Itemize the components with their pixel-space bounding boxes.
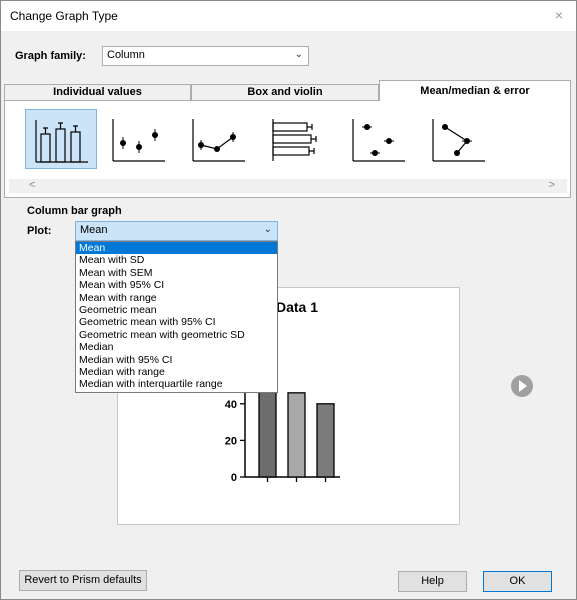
- tab-mean-median-error[interactable]: Mean/median & error: [379, 80, 571, 101]
- chart-title: Data 1: [276, 299, 318, 315]
- play-preview-icon[interactable]: [511, 375, 533, 397]
- y-tick-label: 20: [225, 435, 237, 447]
- graph-family-value: Column: [107, 49, 145, 61]
- revert-defaults-button[interactable]: Revert to Prism defaults: [19, 570, 147, 591]
- y-tick-label: 40: [225, 399, 237, 411]
- plot-option[interactable]: Mean: [76, 242, 277, 255]
- section-title: Column bar graph: [27, 205, 122, 217]
- gallery-item-connected-scatter[interactable]: [423, 109, 495, 169]
- chart-bar: [316, 403, 335, 478]
- gallery-item-dot-mean[interactable]: [103, 109, 175, 169]
- gallery-item-scatter[interactable]: [343, 109, 415, 169]
- change-graph-type-dialog: Change Graph Type × Graph family: Column…: [0, 0, 577, 600]
- chart-bar: [287, 392, 306, 478]
- scatter-plot-icon: [352, 119, 405, 162]
- tab-individual-values[interactable]: Individual values: [4, 84, 191, 101]
- plot-option[interactable]: Median with interquartile range: [76, 378, 277, 390]
- plot-label: Plot:: [27, 225, 52, 237]
- chevron-down-icon: ⌄: [294, 49, 303, 60]
- tab-box-and-violin[interactable]: Box and violin: [191, 84, 379, 101]
- graph-family-label: Graph family:: [15, 50, 86, 62]
- column-bar-icon: [35, 120, 88, 163]
- gallery-scrollbar[interactable]: < >: [9, 179, 567, 193]
- horizontal-bar-icon: [272, 119, 317, 161]
- gallery-item-horizontal-bar[interactable]: [263, 109, 335, 169]
- connected-line-icon: [192, 119, 245, 162]
- plot-option[interactable]: Mean with 95% CI: [76, 279, 277, 291]
- scroll-left-icon[interactable]: <: [29, 179, 35, 191]
- plot-option[interactable]: Median with range: [76, 366, 277, 378]
- plot-option[interactable]: Median with 95% CI: [76, 354, 277, 366]
- window-title: Change Graph Type: [10, 9, 118, 23]
- connected-scatter-icon: [432, 119, 485, 162]
- plot-option[interactable]: Mean with SEM: [76, 267, 277, 279]
- plot-dropdown-list: Mean Mean with SD Mean with SEM Mean with 9…: [75, 241, 278, 393]
- gallery-item-connected[interactable]: [183, 109, 255, 169]
- graph-type-gallery-panel: < >: [4, 100, 571, 198]
- chevron-down-icon: ⌄: [263, 224, 272, 235]
- plot-option[interactable]: Geometric mean: [76, 304, 277, 316]
- plot-select[interactable]: Mean ⌄: [75, 221, 278, 241]
- plot-option[interactable]: Geometric mean with 95% CI: [76, 316, 277, 328]
- dot-plot-icon: [112, 119, 165, 162]
- y-tick-label: 0: [231, 472, 237, 484]
- graph-family-select[interactable]: Column ⌄: [102, 46, 309, 66]
- gallery-item-column-bar[interactable]: [25, 109, 97, 169]
- graph-type-gallery: [19, 109, 559, 175]
- help-button[interactable]: Help: [398, 571, 467, 592]
- plot-option[interactable]: Mean with range: [76, 292, 277, 304]
- tab-bar: Individual values Box and violin Mean/me…: [4, 80, 571, 101]
- plot-value: Mean: [80, 224, 108, 236]
- ok-button[interactable]: OK: [483, 571, 552, 592]
- plot-option[interactable]: Median: [76, 341, 277, 353]
- close-icon[interactable]: ×: [555, 7, 563, 23]
- plot-option[interactable]: Mean with SD: [76, 254, 277, 266]
- scroll-right-icon[interactable]: >: [549, 179, 555, 191]
- chart-bar: [258, 390, 277, 478]
- title-bar: Change Graph Type ×: [1, 1, 576, 31]
- plot-option[interactable]: Geometric mean with geometric SD: [76, 329, 277, 341]
